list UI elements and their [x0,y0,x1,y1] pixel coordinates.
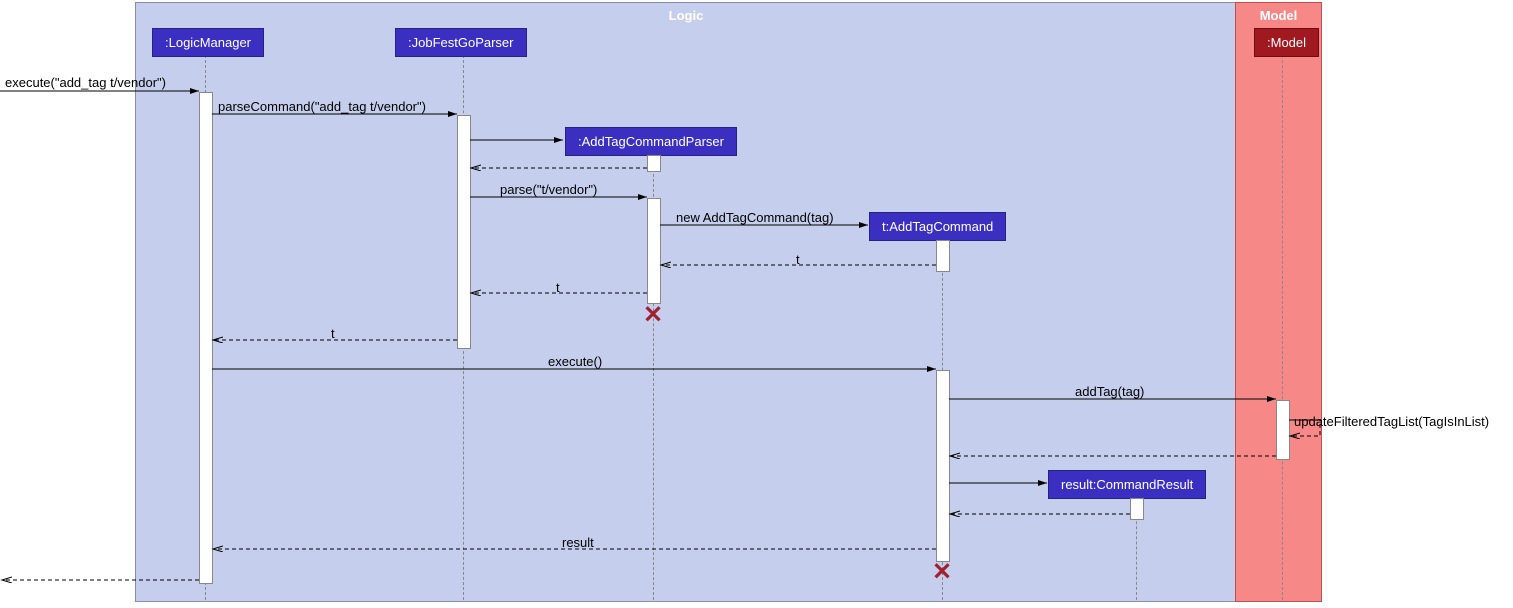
destroy-addtagcommandparser: ✕ [643,301,663,330]
msg-new-addtagcommand: new AddTagCommand(tag) [676,210,834,225]
sequence-diagram: Logic Model :LogicManager :JobFestGoPars… [0,0,1513,608]
arrows-layer [0,0,1513,608]
msg-addtag: addTag(tag) [1075,384,1144,399]
msg-execute-in: execute("add_tag t/vendor") [5,75,166,90]
msg-execute: execute() [548,354,602,369]
destroy-addtagcommand: ✕ [932,558,952,587]
msg-return-t-3: t [331,326,335,341]
msg-parse: parse("t/vendor") [500,182,597,197]
msg-return-t-1: t [796,252,800,267]
msg-updatefiltered: updateFilteredTagList(TagIsInList) [1294,414,1489,429]
msg-return-t-2: t [556,280,560,295]
msg-parsecommand: parseCommand("add_tag t/vendor") [218,99,426,114]
msg-result: result [562,535,594,550]
